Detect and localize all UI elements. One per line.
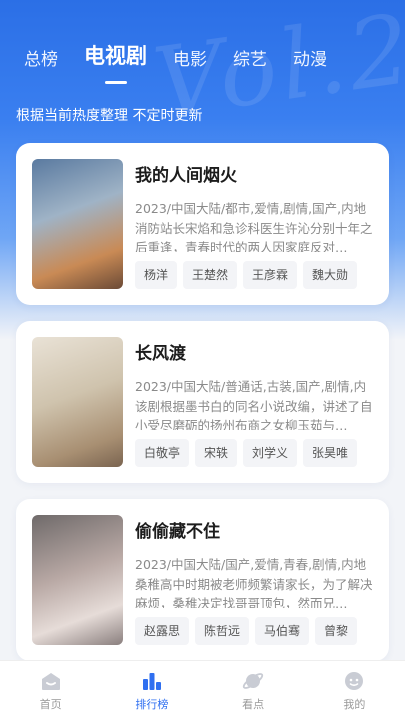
nav-home[interactable]: 首页 — [0, 661, 101, 720]
show-title: 长风渡 — [135, 344, 186, 364]
nav-ranking-label: 排行榜 — [135, 697, 169, 711]
show-meta: 2023/中国大陆/普通话,古装,国产,剧情,内 — [135, 379, 367, 393]
tab-movies[interactable]: 电影 — [173, 45, 207, 70]
bottom-navigation: 首页 排行榜 看点 我的 — [0, 660, 405, 720]
show-meta: 2023/中国大陆/国产,爱情,青春,剧情,内地 — [135, 557, 367, 571]
ranking-icon — [142, 672, 161, 690]
actor-tag[interactable]: 赵露思 — [135, 617, 190, 645]
actor-tag[interactable]: 马伯骞 — [255, 617, 310, 645]
actor-list: 杨洋 王楚然 王彦霖 魏大勋 — [135, 261, 373, 289]
nav-highlights[interactable]: 看点 — [203, 661, 304, 720]
tab-tv-series[interactable]: 电视剧 — [84, 40, 147, 70]
tab-overall[interactable]: 总榜 — [24, 45, 58, 70]
home-icon — [41, 672, 60, 690]
list-item[interactable]: 长风渡 2023/中国大陆/普通话,古装,国产,剧情,内 该剧根据墨书白的同名小… — [16, 321, 389, 483]
show-description: 桑稚高中时期被老师频繁请家长，为了解决麻烦，桑稚决定找哥哥顶包，然而兄… — [135, 576, 373, 608]
nav-profile[interactable]: 我的 — [304, 661, 405, 720]
nav-highlights-label: 看点 — [242, 697, 265, 711]
actor-tag[interactable]: 曾黎 — [315, 617, 358, 645]
ranking-list: 我的人间烟火 2023/中国大陆/都市,爱情,剧情,国产,内地 消防站长宋焰和急… — [16, 143, 389, 677]
actor-tag[interactable]: 宋轶 — [195, 439, 238, 467]
show-description: 该剧根据墨书白的同名小说改编，讲述了自小受尽磨砺的扬州布商之女柳玉茹与… — [135, 398, 373, 430]
actor-list: 赵露思 陈哲远 马伯骞 曾黎 — [135, 617, 373, 645]
nav-profile-label: 我的 — [343, 697, 366, 711]
actor-tag[interactable]: 王彦霖 — [243, 261, 298, 289]
category-tabs: 总榜 电视剧 电影 综艺 动漫 — [24, 40, 381, 70]
show-meta: 2023/中国大陆/都市,爱情,剧情,国产,内地 — [135, 201, 367, 215]
show-title: 偷偷藏不住 — [135, 522, 220, 542]
poster-image[interactable] — [32, 337, 123, 467]
list-item[interactable]: 我的人间烟火 2023/中国大陆/都市,爱情,剧情,国产,内地 消防站长宋焰和急… — [16, 143, 389, 305]
tab-anime[interactable]: 动漫 — [293, 45, 327, 70]
nav-home-label: 首页 — [39, 697, 62, 711]
show-description: 消防站长宋焰和急诊科医生许沁分别十年之后重逢，青春时代的两人因家庭反对… — [135, 220, 373, 252]
actor-tag[interactable]: 张昊唯 — [303, 439, 358, 467]
actor-tag[interactable]: 陈哲远 — [195, 617, 250, 645]
actor-tag[interactable]: 白敬亭 — [135, 439, 190, 467]
profile-icon — [345, 671, 364, 690]
nav-ranking[interactable]: 排行榜 — [101, 661, 202, 720]
actor-tag[interactable]: 杨洋 — [135, 261, 178, 289]
tab-variety[interactable]: 综艺 — [233, 45, 267, 70]
actor-tag[interactable]: 魏大勋 — [303, 261, 358, 289]
ranking-subtitle: 根据当前热度整理 不定时更新 — [16, 108, 203, 124]
poster-image[interactable] — [32, 515, 123, 645]
list-item[interactable]: 偷偷藏不住 2023/中国大陆/国产,爱情,青春,剧情,内地 桑稚高中时期被老师… — [16, 499, 389, 661]
show-title: 我的人间烟火 — [135, 166, 237, 186]
poster-image[interactable] — [32, 159, 123, 289]
actor-tag[interactable]: 刘学义 — [243, 439, 298, 467]
actor-list: 白敬亭 宋轶 刘学义 张昊唯 — [135, 439, 373, 467]
actor-tag[interactable]: 王楚然 — [183, 261, 238, 289]
planet-icon — [242, 672, 264, 689]
